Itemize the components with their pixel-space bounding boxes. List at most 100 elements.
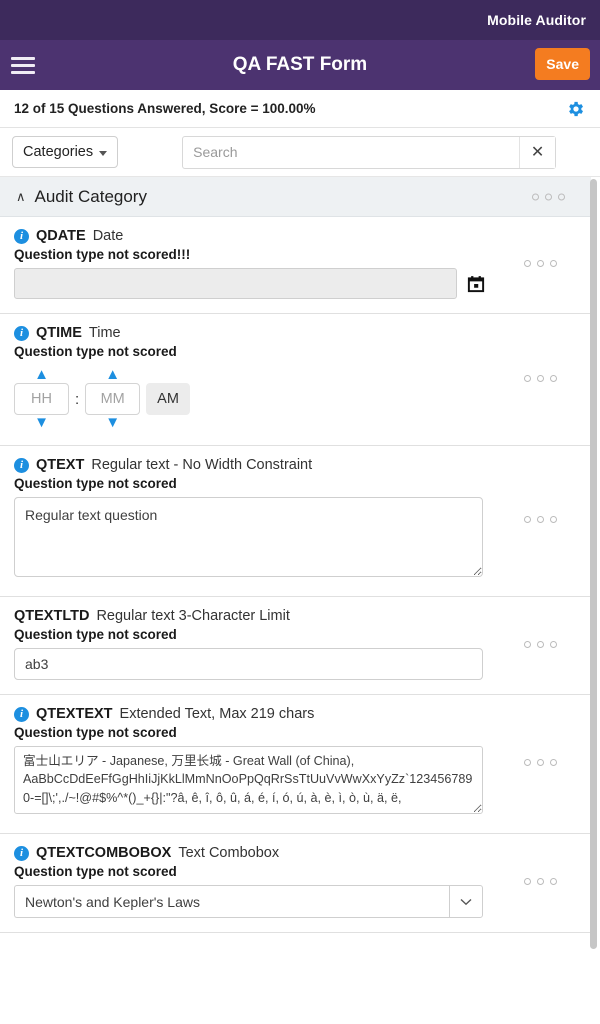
dot: [523, 759, 531, 766]
question-body: i QTEXT Regular text - No Width Constrai…: [14, 457, 503, 582]
question-body: i QDATE Date Question type not scored!!!: [14, 228, 503, 299]
dot: [523, 516, 531, 523]
dot: [536, 878, 544, 885]
vertical-scrollbar[interactable]: [590, 177, 598, 1024]
question-overflow-menu[interactable]: [523, 759, 557, 766]
collapse-caret-icon[interactable]: ∧: [16, 190, 26, 203]
info-icon[interactable]: i: [14, 325, 29, 341]
dot: [523, 374, 531, 382]
search-input[interactable]: [183, 136, 520, 168]
minute-increment-icon[interactable]: ▲: [105, 367, 120, 383]
dot: [536, 640, 544, 648]
question-overflow-cell: [503, 706, 577, 819]
dot: [545, 193, 552, 200]
app-bar: QA FAST Form Save: [0, 40, 600, 90]
category-title: Audit Category: [34, 186, 147, 206]
categories-dropdown-button[interactable]: Categories: [12, 136, 119, 168]
question-body: i QTEXTCOMBOBOX Text Combobox Question t…: [14, 845, 503, 918]
question-code: QDATE: [36, 228, 86, 244]
question-row-qtime: i QTIME Time Question type not scored ▲ …: [0, 314, 591, 446]
dot: [549, 878, 557, 885]
filter-bar: Categories ✕: [0, 128, 600, 176]
question-label: QTEXTLTD Regular text 3-Character Limit: [14, 608, 503, 624]
clear-search-button[interactable]: ✕: [519, 136, 556, 168]
app-brand-label: Mobile Auditor: [487, 12, 586, 28]
question-body: QTEXTLTD Regular text 3-Character Limit …: [14, 608, 503, 680]
question-scored-note: Question type not scored: [14, 476, 177, 491]
minute-spinner: ▲ ▼: [85, 367, 141, 431]
category-header[interactable]: ∧ Audit Category: [0, 177, 591, 217]
chevron-down-icon[interactable]: [449, 885, 483, 918]
meridiem-toggle-button[interactable]: AM: [146, 383, 190, 415]
question-scored-note: Question type not scored: [14, 864, 177, 879]
question-label: i QTIME Time: [14, 325, 503, 341]
question-row-qtextcombobox: i QTEXTCOMBOBOX Text Combobox Question t…: [0, 834, 591, 933]
calendar-icon[interactable]: [467, 275, 485, 293]
app-root: Mobile Auditor QA FAST Form Save 12 of 1…: [0, 0, 600, 1024]
dot: [523, 260, 531, 267]
extended-text-textarea[interactable]: [14, 746, 483, 814]
dot: [523, 878, 531, 885]
question-code: QTEXTLTD: [14, 608, 90, 624]
question-overflow-menu[interactable]: [523, 516, 557, 523]
score-bar: 12 of 15 Questions Answered, Score = 100…: [0, 90, 600, 128]
hamburger-bar: [11, 63, 35, 67]
dot: [549, 759, 557, 766]
question-name: Time: [88, 325, 121, 341]
info-icon[interactable]: i: [14, 845, 29, 861]
dot: [549, 260, 557, 267]
question-overflow-cell: [503, 608, 577, 680]
date-input[interactable]: [14, 268, 457, 299]
question-name: Date: [92, 228, 124, 244]
question-code: QTEXT: [36, 457, 85, 473]
question-scored-note: Question type not scored: [14, 725, 177, 740]
dot: [558, 193, 565, 200]
hamburger-bar: [11, 70, 35, 74]
dot: [536, 759, 544, 766]
combobox-input[interactable]: [14, 885, 449, 918]
info-icon[interactable]: i: [14, 457, 29, 473]
form-scroll-area: ∧ Audit Category i QDATE Date Question t…: [0, 176, 600, 1024]
hour-input[interactable]: [14, 383, 69, 415]
form-content: ∧ Audit Category i QDATE Date Question t…: [0, 177, 591, 933]
question-row-qdate: i QDATE Date Question type not scored!!!: [0, 217, 591, 314]
hamburger-icon[interactable]: [0, 40, 46, 90]
info-icon[interactable]: i: [14, 706, 29, 722]
score-summary-label: 12 of 15 Questions Answered, Score = 100…: [14, 101, 316, 116]
dot: [549, 640, 557, 648]
question-scored-note: Question type not scored: [14, 627, 177, 642]
question-row-qtext: i QTEXT Regular text - No Width Constrai…: [0, 446, 591, 597]
limited-text-input[interactable]: [14, 648, 483, 680]
question-overflow-menu[interactable]: [523, 374, 557, 382]
question-overflow-cell: [503, 845, 577, 918]
question-row-qtextltd: QTEXTLTD Regular text 3-Character Limit …: [0, 597, 591, 695]
dot: [532, 193, 539, 200]
regular-text-textarea[interactable]: [14, 497, 483, 577]
time-field-row: ▲ ▼ : ▲ ▼ AM: [14, 365, 503, 431]
hour-increment-icon[interactable]: ▲: [34, 367, 49, 383]
minute-decrement-icon[interactable]: ▼: [105, 415, 120, 431]
question-label: i QDATE Date: [14, 228, 503, 244]
chevron-down-glyph: [460, 898, 472, 905]
question-overflow-menu[interactable]: [523, 878, 557, 885]
question-overflow-menu[interactable]: [523, 260, 557, 267]
save-button[interactable]: Save: [535, 48, 590, 80]
question-scored-note: Question type not scored!!!: [14, 247, 191, 262]
hour-decrement-icon[interactable]: ▼: [34, 415, 49, 431]
question-code: QTEXTEXT: [36, 706, 113, 722]
question-overflow-menu[interactable]: [523, 640, 557, 648]
category-overflow-menu[interactable]: [532, 193, 565, 200]
gear-icon[interactable]: [566, 99, 586, 119]
hamburger-bar: [11, 56, 35, 60]
chevron-down-icon: [99, 150, 108, 156]
categories-label: Categories: [23, 144, 94, 160]
question-code: QTEXTCOMBOBOX: [36, 845, 172, 861]
minute-input[interactable]: [85, 383, 141, 415]
info-icon[interactable]: i: [14, 228, 29, 244]
combobox-field: [14, 885, 483, 918]
question-overflow-cell: [503, 228, 577, 299]
question-row-qtextext: i QTEXTEXT Extended Text, Max 219 chars …: [0, 695, 591, 834]
dot: [549, 374, 557, 382]
dot: [536, 516, 544, 523]
scrollbar-thumb[interactable]: [590, 179, 597, 949]
